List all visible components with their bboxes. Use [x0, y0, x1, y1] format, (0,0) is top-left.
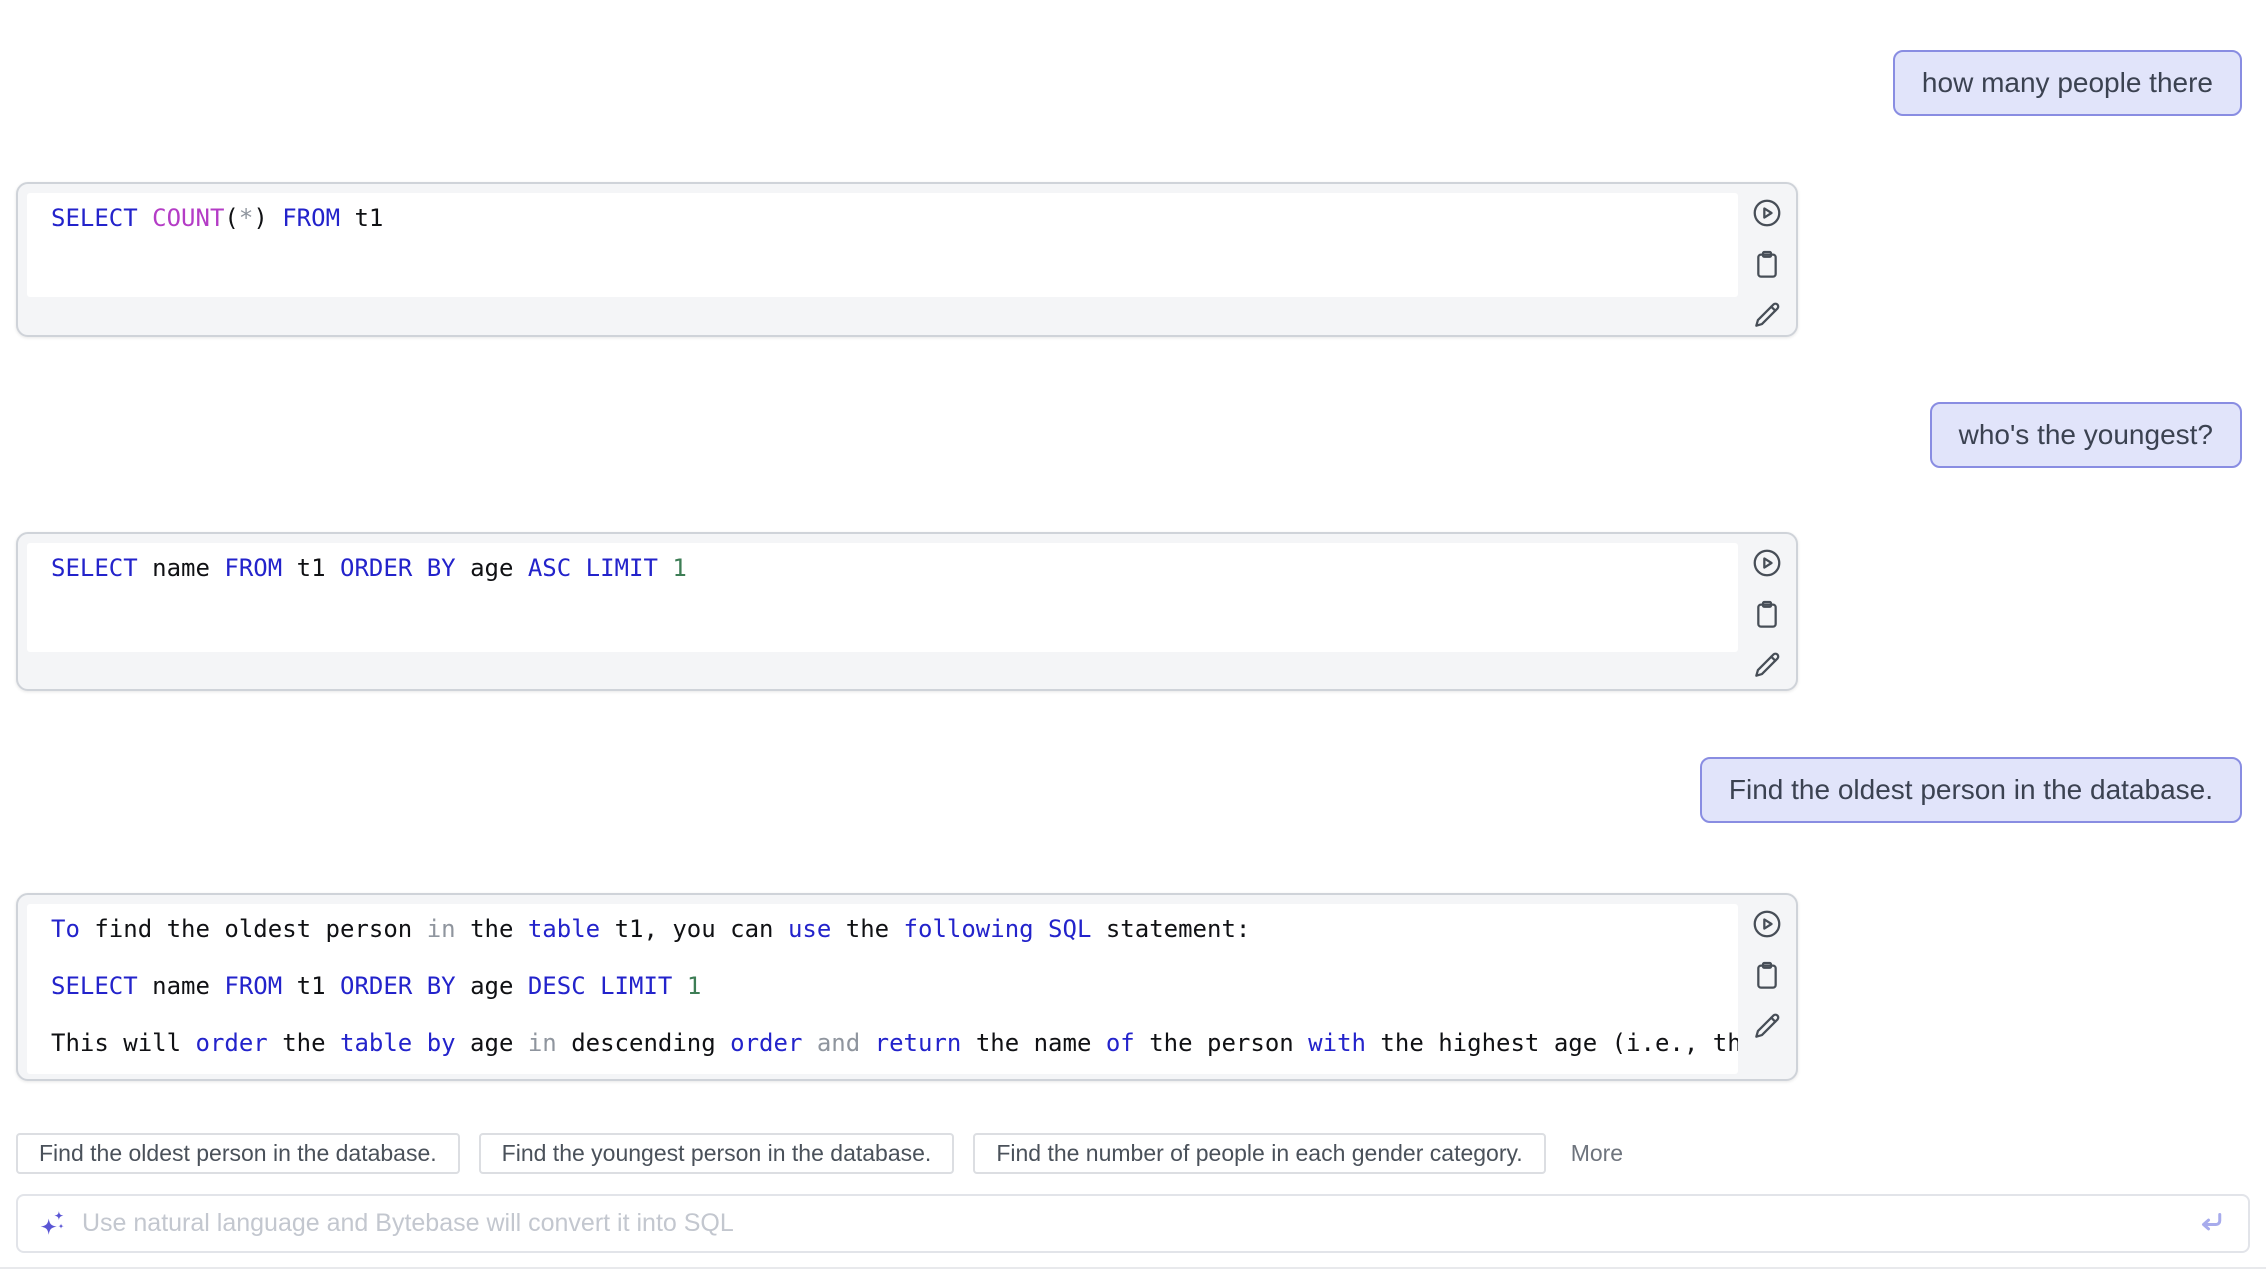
more-suggestions-link[interactable]: More [1571, 1140, 1623, 1167]
clipboard-icon [1751, 598, 1783, 633]
pencil-icon [1751, 299, 1783, 334]
suggestion-chip[interactable]: Find the oldest person in the database. [16, 1133, 460, 1174]
run-query-button[interactable] [1751, 548, 1783, 580]
run-query-button[interactable] [1751, 198, 1783, 230]
sql-code-line: SELECT name FROM t1 ORDER BY age DESC LI… [51, 970, 1714, 1003]
clipboard-icon [1751, 959, 1783, 994]
sql-response-block: To find the oldest person in the table t… [16, 893, 1798, 1081]
sql-response-block: SELECT COUNT(*) FROM t1 [16, 182, 1798, 337]
nl-query-input[interactable] [82, 1209, 2194, 1238]
block-action-bar [1749, 909, 1785, 1043]
play-circle-icon [1751, 547, 1783, 582]
sql-code-line: SELECT COUNT(*) FROM t1 [51, 202, 1714, 235]
copy-button[interactable] [1751, 960, 1783, 992]
submit-query-button[interactable] [2194, 1207, 2228, 1241]
block-action-bar [1749, 198, 1785, 332]
run-query-button[interactable] [1751, 909, 1783, 941]
user-message-bubble: how many people there [1893, 50, 2242, 116]
sql-editor[interactable]: SELECT COUNT(*) FROM t1 [27, 193, 1738, 297]
enter-return-icon [2196, 1207, 2226, 1240]
clipboard-icon [1751, 248, 1783, 283]
sql-code-line: SELECT name FROM t1 ORDER BY age ASC LIM… [51, 552, 1714, 585]
explanation-line: To find the oldest person in the table t… [51, 913, 1714, 946]
block-action-bar [1749, 548, 1785, 682]
panel-divider [0, 1267, 2266, 1269]
sql-editor[interactable]: To find the oldest person in the table t… [27, 904, 1738, 1074]
chat-panel: how many people there who's the youngest… [0, 0, 2266, 1274]
copy-button[interactable] [1751, 599, 1783, 631]
user-message-bubble: who's the youngest? [1930, 402, 2242, 468]
suggestion-chip[interactable]: Find the number of people in each gender… [973, 1133, 1545, 1174]
play-circle-icon [1751, 197, 1783, 232]
pencil-icon [1751, 1010, 1783, 1045]
copy-button[interactable] [1751, 249, 1783, 281]
ai-sparkle-icon [38, 1209, 68, 1239]
pencil-icon [1751, 649, 1783, 684]
edit-button[interactable] [1751, 650, 1783, 682]
sql-editor[interactable]: SELECT name FROM t1 ORDER BY age ASC LIM… [27, 543, 1738, 652]
nl-to-sql-composer [16, 1194, 2250, 1253]
edit-button[interactable] [1751, 300, 1783, 332]
sql-response-block: SELECT name FROM t1 ORDER BY age ASC LIM… [16, 532, 1798, 691]
suggestion-bar: Find the oldest person in the database. … [16, 1133, 1623, 1174]
edit-button[interactable] [1751, 1011, 1783, 1043]
play-circle-icon [1751, 908, 1783, 943]
suggestion-chip[interactable]: Find the youngest person in the database… [479, 1133, 955, 1174]
explanation-line: This will order the table by age in desc… [51, 1027, 1714, 1060]
user-message-bubble: Find the oldest person in the database. [1700, 757, 2242, 823]
